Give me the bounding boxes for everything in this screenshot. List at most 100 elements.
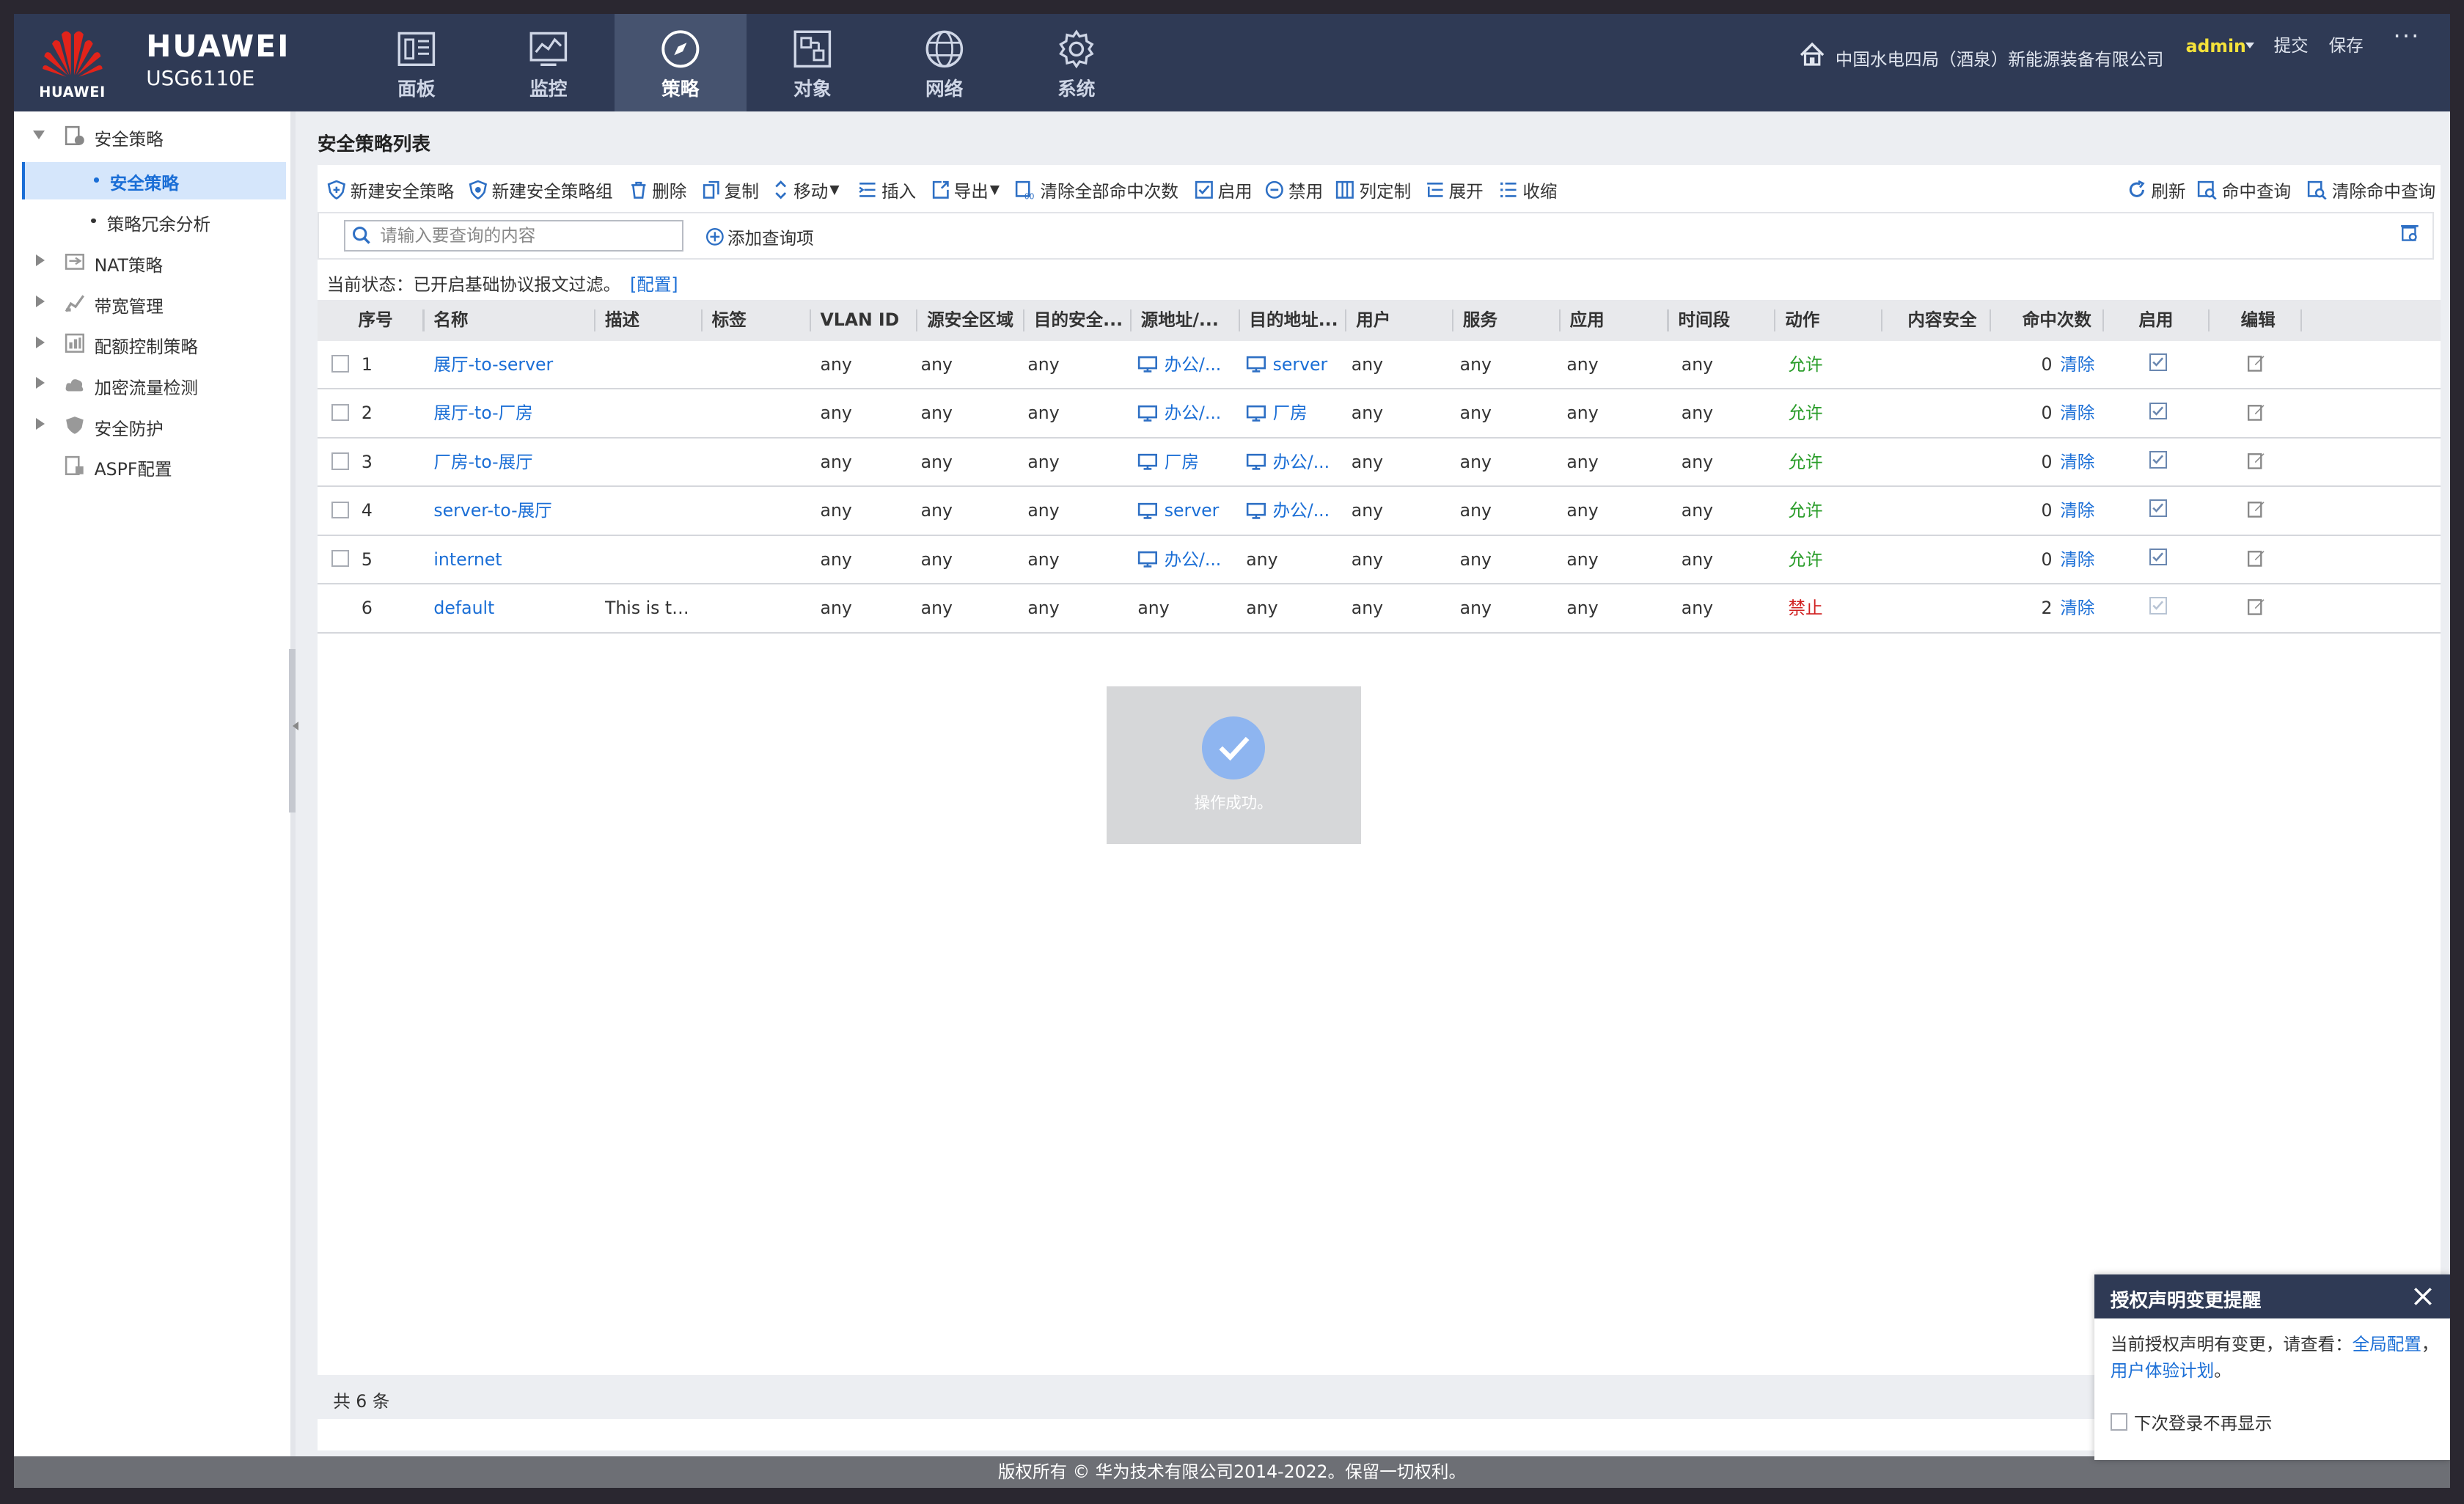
advanced-search-icon[interactable] <box>2399 223 2420 243</box>
policy-name-link[interactable]: default <box>433 584 590 631</box>
nav-object[interactable]: 对象 <box>747 14 879 111</box>
sidebar-item-security-policy[interactable]: 安全策略 <box>14 118 290 155</box>
column-header[interactable]: 用户 <box>1346 300 1454 341</box>
home-icon[interactable] <box>1800 42 1825 66</box>
enabled-checkbox[interactable] <box>2149 402 2167 420</box>
new-policy-button[interactable]: 新建安全策略 <box>327 177 454 202</box>
clear-hits-link[interactable]: 清除 <box>2060 536 2104 583</box>
src-address-cell[interactable]: server <box>1137 487 1235 534</box>
clear-hits-link[interactable]: 清除 <box>2060 341 2104 388</box>
column-header[interactable]: 目的地址... <box>1240 300 1347 341</box>
policy-name-link[interactable]: internet <box>433 536 590 583</box>
policy-name-link[interactable]: 展厅-to-厂房 <box>433 389 590 436</box>
nav-system[interactable]: 系统 <box>1011 14 1143 111</box>
row-checkbox[interactable] <box>331 403 349 422</box>
insert-button[interactable]: 插入 <box>858 177 916 202</box>
config-link[interactable]: [配置] <box>630 274 678 295</box>
edit-icon[interactable] <box>2247 451 2266 470</box>
copy-button[interactable]: 复制 <box>703 177 759 202</box>
enabled-checkbox[interactable] <box>2149 548 2167 566</box>
column-header[interactable]: 描述 <box>595 300 703 341</box>
row-checkbox[interactable] <box>331 549 349 568</box>
enabled-checkbox[interactable] <box>2149 499 2167 517</box>
column-header[interactable]: 序号 <box>318 300 425 341</box>
dst-address-cell[interactable]: 办公/... <box>1246 439 1343 485</box>
nav-monitor[interactable]: 监控 <box>483 14 615 111</box>
user-menu[interactable]: admin <box>2186 36 2246 56</box>
chevron-right-icon[interactable] <box>36 295 45 307</box>
clear-hits-link[interactable]: 清除 <box>2060 487 2104 534</box>
column-header[interactable]: 目的安全... <box>1024 300 1132 341</box>
commit-button[interactable]: 提交 <box>2274 32 2309 56</box>
enabled-checkbox[interactable] <box>2149 450 2167 469</box>
search-input[interactable] <box>380 224 672 247</box>
src-address-cell[interactable]: 办公/... <box>1137 389 1235 436</box>
close-icon[interactable] <box>2412 1285 2434 1307</box>
policy-name-link[interactable]: 厂房-to-展厅 <box>433 439 590 485</box>
column-header[interactable]: 名称 <box>425 300 596 341</box>
move-dropdown[interactable]: 移动 ▼ <box>773 177 840 202</box>
column-header[interactable]: 源地址/... <box>1132 300 1240 341</box>
enabled-checkbox[interactable] <box>2149 353 2167 371</box>
save-button[interactable]: 保存 <box>2329 32 2364 56</box>
more-menu-button[interactable]: ··· <box>2393 22 2420 50</box>
collapse-arrow-icon[interactable] <box>293 721 298 730</box>
table-row[interactable]: 1 展厅-to-server any any any 办公/... server any any… <box>317 341 2441 390</box>
column-header[interactable]: 内容安全 <box>1882 300 1991 341</box>
sidebar-item-security-protection[interactable]: 安全防护 <box>14 407 290 444</box>
refresh-button[interactable]: 刷新 <box>2127 177 2186 202</box>
chevron-right-icon[interactable] <box>36 417 45 430</box>
ux-plan-link[interactable]: 用户体验计划 <box>2111 1360 2214 1381</box>
table-row[interactable]: 3 厂房-to-展厅 any any any 厂房 办公/... any any any any 允许… <box>317 439 2441 488</box>
column-header[interactable]: 编辑 <box>2210 300 2303 341</box>
column-header[interactable]: 时间段 <box>1669 300 1776 341</box>
src-address-cell[interactable]: 厂房 <box>1137 439 1235 485</box>
column-header[interactable]: 命中次数 <box>1991 300 2105 341</box>
chevron-down-icon[interactable] <box>32 130 45 139</box>
export-dropdown[interactable]: 导出 ▼ <box>932 177 1000 202</box>
column-header[interactable]: VLAN ID <box>811 300 918 341</box>
table-row[interactable]: 4 server-to-展厅 any any any server 办公/... any any… <box>317 487 2441 536</box>
delete-button[interactable]: 删除 <box>630 177 686 202</box>
row-checkbox[interactable] <box>331 452 349 470</box>
sidebar-item-bandwidth[interactable]: 带宽管理 <box>14 285 290 322</box>
chevron-right-icon[interactable] <box>36 377 45 389</box>
dst-address-cell[interactable]: server <box>1246 341 1343 388</box>
checkbox[interactable] <box>2110 1413 2128 1431</box>
clear-hit-query-button[interactable]: 清除命中查询 <box>2307 177 2435 202</box>
nav-network[interactable]: 网络 <box>879 14 1011 111</box>
new-policy-group-button[interactable]: 新建安全策略组 <box>469 177 613 202</box>
enable-button[interactable]: 启用 <box>1195 177 1253 202</box>
chevron-right-icon[interactable] <box>36 254 45 267</box>
column-header[interactable]: 应用 <box>1561 300 1669 341</box>
column-header[interactable]: 标签 <box>703 300 811 341</box>
sidebar-item-quota-control[interactable]: 配额控制策略 <box>14 326 290 363</box>
edit-icon[interactable] <box>2247 549 2266 568</box>
column-header[interactable]: 源安全区域 <box>917 300 1025 341</box>
sidebar-item-aspf[interactable]: ASPF配置 <box>14 448 290 485</box>
src-address-cell[interactable]: 办公/... <box>1137 536 1235 583</box>
sidebar-item-nat-policy[interactable]: NAT策略 <box>14 243 290 281</box>
column-header[interactable]: 动作 <box>1775 300 1883 341</box>
nav-policy[interactable]: 策略 <box>614 14 747 112</box>
sidebar-item-redundancy-analysis[interactable]: 策略冗余分析 <box>22 202 283 240</box>
edit-icon[interactable] <box>2247 353 2266 373</box>
clear-hits-link[interactable]: 清除 <box>2060 584 2104 631</box>
expand-button[interactable]: 展开 <box>1426 177 1484 202</box>
sidebar-item-encrypted-traffic[interactable]: 加密流量检测 <box>14 366 290 403</box>
table-row[interactable]: 6 default This is th... any any any any any any a… <box>317 584 2441 634</box>
column-custom-button[interactable]: 列定制 <box>1335 177 1411 202</box>
chevron-down-icon[interactable] <box>2245 42 2255 48</box>
splitter-handle[interactable] <box>289 648 296 812</box>
clear-hits-link[interactable]: 清除 <box>2060 389 2104 436</box>
edit-icon[interactable] <box>2247 597 2266 616</box>
dont-show-checkbox[interactable]: 下次登录不再显示 <box>2110 1409 2272 1434</box>
column-header[interactable]: 启用 <box>2104 300 2210 341</box>
hit-query-button[interactable]: 命中查询 <box>2197 177 2291 202</box>
row-checkbox[interactable] <box>331 501 349 519</box>
dst-address-cell[interactable]: 办公/... <box>1246 487 1343 534</box>
collapse-button[interactable]: 收缩 <box>1499 177 1557 202</box>
table-row[interactable]: 2 展厅-to-厂房 any any any 办公/... 厂房 any any any any 允许… <box>317 389 2441 439</box>
disable-button[interactable]: 禁用 <box>1265 177 1323 202</box>
policy-name-link[interactable]: 展厅-to-server <box>433 341 590 388</box>
